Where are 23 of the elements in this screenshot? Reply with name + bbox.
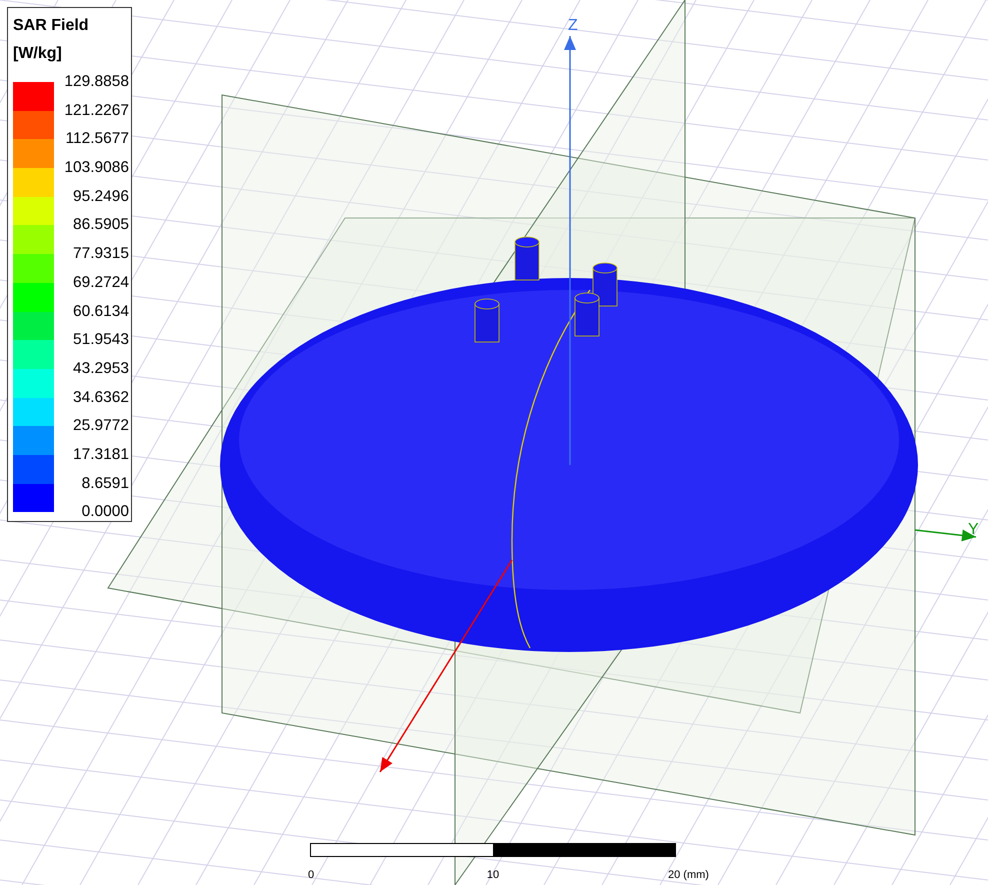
scale-label: 0 [308, 869, 314, 881]
legend-value: 69.2724 [72, 274, 129, 291]
scale-label: 20 (mm) [668, 869, 709, 881]
legend-value: 121.2267 [64, 102, 129, 119]
legend-value: 103.9086 [64, 159, 129, 176]
legend-unit: [W/kg] [13, 44, 63, 64]
legend-value: 95.2496 [72, 188, 129, 205]
legend-value: 25.9772 [72, 417, 129, 434]
legend-value: 34.6362 [72, 388, 129, 406]
axis-label: Y [968, 521, 979, 538]
legend-value: 17.3181 [72, 446, 129, 463]
legend-value: 86.5905 [72, 216, 129, 234]
legend-title: SAR Field [13, 16, 90, 36]
legend-value: 8.6591 [82, 474, 129, 492]
scale-label: 10 [486, 869, 500, 881]
legend-value: 77.9315 [72, 245, 129, 262]
legend-value: 0.0000 [82, 503, 129, 520]
legend-value: 51.9543 [72, 331, 129, 348]
legend-value: 129.8858 [64, 73, 129, 90]
legend-value: 43.2953 [72, 360, 129, 377]
legend-value: 60.6134 [72, 302, 129, 320]
legend-value: 112.5677 [66, 130, 129, 148]
axis-label: Z [568, 17, 578, 34]
